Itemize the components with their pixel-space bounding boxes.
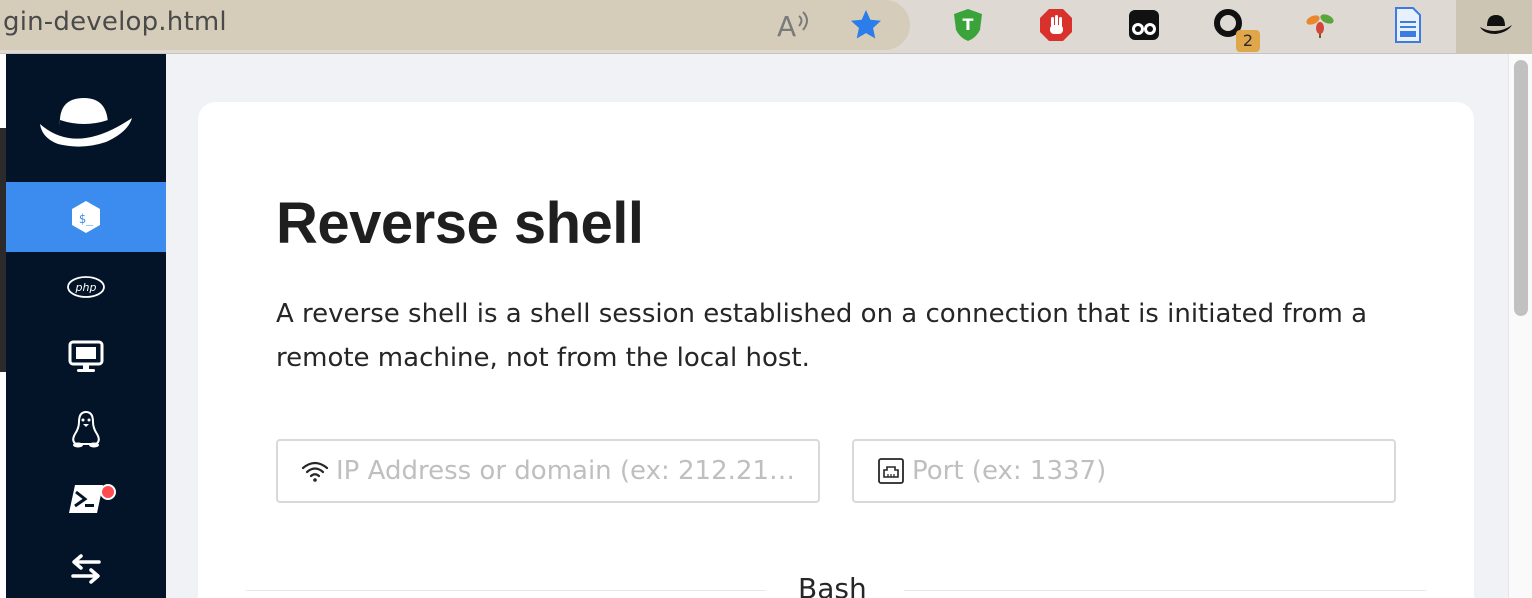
powershell-icon xyxy=(69,485,103,513)
tampermonkey-shield-icon[interactable]: T xyxy=(948,0,988,50)
svg-text:T: T xyxy=(963,15,974,34)
ip-address-input[interactable] xyxy=(336,456,806,486)
address-url[interactable]: gin-develop.html xyxy=(3,7,227,37)
section-divider-left xyxy=(246,590,766,591)
bash-icon: $_ xyxy=(72,201,100,233)
svg-text:$_: $_ xyxy=(79,212,94,226)
sidebar-item-php[interactable]: php xyxy=(6,252,166,322)
php-icon: php xyxy=(67,276,105,298)
section-divider-right xyxy=(904,590,1426,591)
port-input[interactable] xyxy=(912,456,1382,486)
page-title: Reverse shell xyxy=(276,191,644,256)
tampermonkey-eyes-icon[interactable] xyxy=(1124,0,1164,50)
wifi-icon xyxy=(300,456,330,486)
svg-text:php: php xyxy=(75,281,97,294)
transfer-arrows-icon xyxy=(71,554,101,584)
page-description: A reverse shell is a shell session estab… xyxy=(276,299,1368,373)
scrollbar-thumb[interactable] xyxy=(1514,60,1528,316)
sidebar-item-monitor[interactable] xyxy=(6,322,166,392)
document-extension-icon[interactable] xyxy=(1388,0,1428,50)
hat-extension-icon[interactable] xyxy=(1476,0,1516,50)
linux-penguin-icon xyxy=(72,410,100,448)
sidebar: $_ php xyxy=(6,54,166,598)
hat-logo-icon xyxy=(36,86,136,156)
port-field[interactable] xyxy=(852,439,1396,503)
sidebar-item-powershell[interactable] xyxy=(6,464,166,534)
main-card: Reverse shell A reverse shell is a shell… xyxy=(198,102,1474,598)
section-title-bash: Bash xyxy=(798,572,867,598)
notification-dot xyxy=(100,484,116,500)
sidebar-item-bash[interactable]: $_ xyxy=(6,182,166,252)
ethernet-port-icon xyxy=(876,456,906,486)
svg-text:A: A xyxy=(777,10,796,40)
sidebar-item-transfer[interactable] xyxy=(6,534,166,598)
browser-toolbar: gin-develop.html A T 2 xyxy=(0,0,1532,54)
monitor-icon xyxy=(68,340,104,372)
adblock-hand-icon[interactable] xyxy=(1036,0,1076,50)
leaf-extension-icon[interactable] xyxy=(1300,0,1340,50)
sidebar-item-linux[interactable] xyxy=(6,394,166,464)
read-aloud-icon[interactable]: A xyxy=(776,0,812,50)
extension-badge: 2 xyxy=(1236,30,1260,52)
bookmark-star-icon[interactable] xyxy=(846,0,886,50)
ip-address-field[interactable] xyxy=(276,439,820,503)
